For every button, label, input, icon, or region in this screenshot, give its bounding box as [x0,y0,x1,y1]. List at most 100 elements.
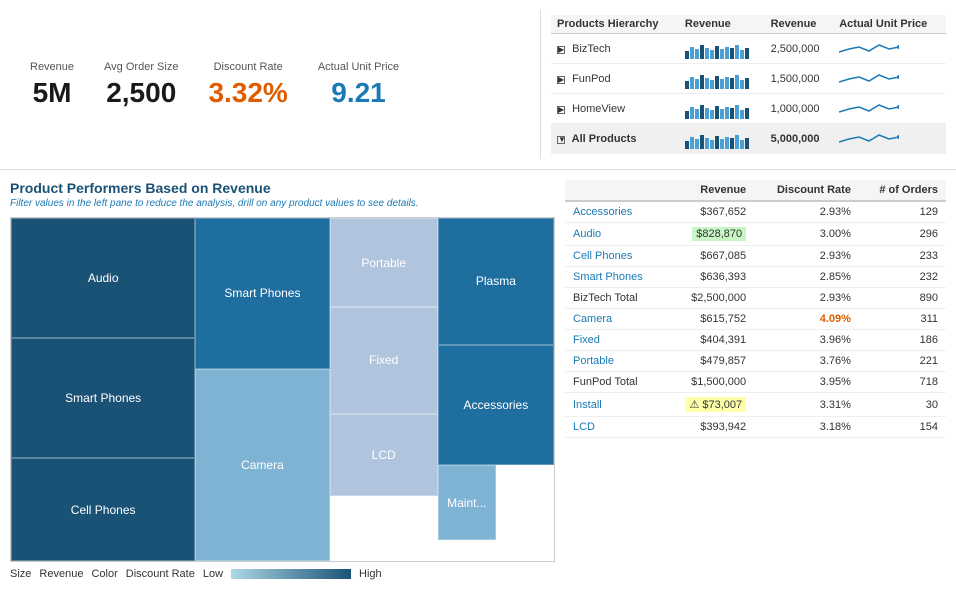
legend-size-value: Revenue [39,568,83,580]
hierarchy-area: Products Hierarchy Revenue Revenue Actua… [540,10,956,159]
table-row-name[interactable]: Fixed [565,330,665,351]
table-row-discount: 2.93% [754,246,859,267]
hierarchy-row-name[interactable]: ▶ HomeView [551,94,679,124]
hierarchy-sparkline [833,124,946,154]
hierarchy-mini-bars [679,94,765,124]
expand-icon[interactable]: ▶ [557,46,565,54]
legend-gradient [231,569,351,579]
hierarchy-row-name[interactable]: ▶ BizTech [551,34,679,64]
hierarchy-name-label: BizTech [572,43,611,55]
kpi-discount: Discount Rate 3.32% [208,61,287,109]
red-discount: 4.09% [820,313,851,325]
table-row-orders: 890 [859,288,946,309]
table-row-orders: 129 [859,201,946,223]
kpi-revenue-value: 5M [33,77,72,109]
treemap-cell[interactable]: LCD [330,414,438,496]
treemap-cell[interactable]: Smart Phones [195,218,329,369]
table-row-revenue: $1,500,000 [665,372,754,393]
table-row-revenue: $367,652 [665,201,754,223]
hierarchy-sparkline [833,34,946,64]
table-row-revenue: $667,085 [665,246,754,267]
table-row-orders: 186 [859,330,946,351]
table-row-discount: 2.93% [754,288,859,309]
highlighted-cell-yellow: ⚠ $73,007 [685,397,746,412]
table-row-name[interactable]: Smart Phones [565,267,665,288]
table-row-discount: 3.76% [754,351,859,372]
table-row-orders: 296 [859,223,946,246]
table-row-revenue: $479,857 [665,351,754,372]
data-table-area[interactable]: Revenue Discount Rate # of Orders Access… [565,180,946,580]
table-header-name [565,180,665,201]
treemap-container[interactable]: AudioSmart PhonesCell PhonesSmart Phones… [10,217,555,562]
treemap-cell[interactable]: Maint... [438,465,496,540]
table-row-revenue: $2,500,000 [665,288,754,309]
table-row-name[interactable]: LCD [565,417,665,438]
table-row-discount: 3.31% [754,393,859,417]
legend-low: Low [203,568,223,580]
treemap-cell[interactable]: Portable [330,218,438,307]
hierarchy-mini-bars [679,124,765,154]
treemap-subtitle-text: Filter values in the left pane to reduce… [10,198,419,209]
top-section: Revenue 5M Avg Order Size 2,500 Discount… [0,0,956,170]
expand-icon[interactable]: ▶ [557,106,565,114]
treemap-cell[interactable]: Camera [195,369,329,561]
bottom-section: Product Performers Based on Revenue Filt… [0,170,956,590]
table-row-orders: 233 [859,246,946,267]
hierarchy-name-label: All Products [572,133,637,145]
table-row-orders: 718 [859,372,946,393]
treemap-cell[interactable]: Cell Phones [11,458,195,561]
table-row-discount: 3.18% [754,417,859,438]
expand-icon[interactable]: ▼ [557,136,565,144]
kpi-unit-price-value: 9.21 [331,77,386,109]
hierarchy-row-name: ▼ All Products [551,124,679,154]
table-row-revenue: $636,393 [665,267,754,288]
treemap-cell[interactable]: Plasma [438,218,554,345]
hierarchy-mini-bars [679,34,765,64]
kpi-avg-order-value: 2,500 [106,77,176,109]
table-header-row: Revenue Discount Rate # of Orders [565,180,946,201]
table-row-orders: 154 [859,417,946,438]
table-row-name: FunPod Total [565,372,665,393]
table-row-name[interactable]: Camera [565,309,665,330]
legend-color-value: Discount Rate [126,568,195,580]
treemap-cell[interactable]: Audio [11,218,195,338]
treemap-cell[interactable]: Fixed [330,307,438,413]
table-row-discount: 2.85% [754,267,859,288]
kpi-discount-value: 3.32% [208,77,287,109]
kpi-revenue-label: Revenue [30,61,74,73]
treemap-cell[interactable]: Accessories [438,345,554,465]
table-row-name[interactable]: Accessories [565,201,665,223]
table-row-name[interactable]: Install [565,393,665,417]
kpi-unit-price: Actual Unit Price 9.21 [318,61,399,109]
table-row-revenue: $404,391 [665,330,754,351]
expand-icon[interactable]: ▶ [557,76,565,84]
legend-color-label: Color [91,568,117,580]
treemap-area: Product Performers Based on Revenue Filt… [10,180,555,580]
treemap-cell[interactable]: Smart Phones [11,338,195,458]
table-row-name[interactable]: Audio [565,223,665,246]
hierarchy-value: 5,000,000 [765,124,834,154]
table-row-orders: 221 [859,351,946,372]
legend-size-label: Size [10,568,31,580]
table-row-revenue: $615,752 [665,309,754,330]
hierarchy-table: Products Hierarchy Revenue Revenue Actua… [551,15,946,154]
hierarchy-value: 2,500,000 [765,34,834,64]
table-row-revenue: $828,870 [665,223,754,246]
hierarchy-row-name[interactable]: ▶ FunPod [551,64,679,94]
table-row-name[interactable]: Cell Phones [565,246,665,267]
table-row-discount: 2.93% [754,201,859,223]
table-row-name[interactable]: Portable [565,351,665,372]
data-table: Revenue Discount Rate # of Orders Access… [565,180,946,438]
table-row-orders: 311 [859,309,946,330]
hierarchy-sparkline [833,94,946,124]
hierarchy-sparkline [833,64,946,94]
kpi-avg-order-label: Avg Order Size [104,61,178,73]
table-row-orders: 232 [859,267,946,288]
hierarchy-col-rev1: Revenue [679,15,765,34]
table-row-discount: 3.95% [754,372,859,393]
table-row-revenue: $393,942 [665,417,754,438]
kpi-discount-label: Discount Rate [214,61,283,73]
treemap-title: Product Performers Based on Revenue [10,180,555,196]
table-row-name: BizTech Total [565,288,665,309]
highlighted-cell: $828,870 [692,227,746,241]
